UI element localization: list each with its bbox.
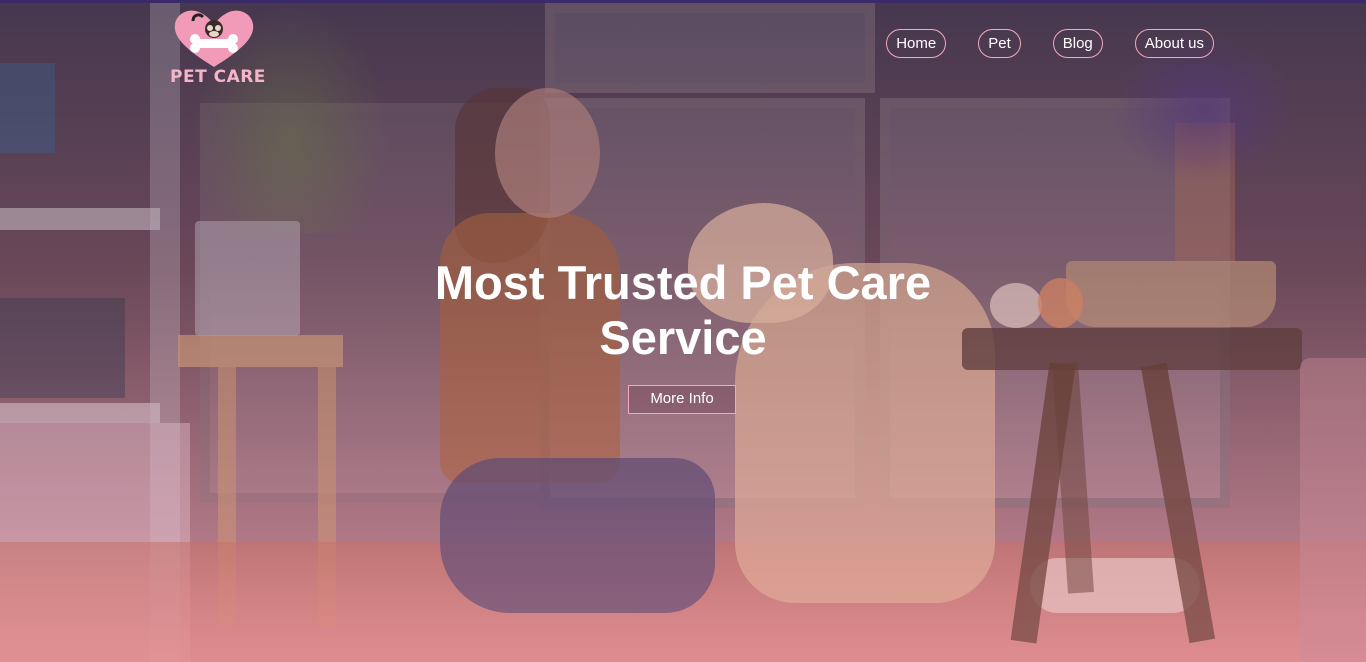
main-nav: Home Pet Blog About us [886,29,1214,58]
hero-section: PET CARE Home Pet Blog About us Most Tru… [0,0,1366,662]
nav-blog-link[interactable]: Blog [1052,29,1103,58]
nav-about-us-link[interactable]: About us [1134,29,1214,58]
site-logo[interactable]: PET CARE [170,7,266,91]
logo-text: PET CARE [170,67,266,87]
nav-pet-link[interactable]: Pet [978,29,1021,58]
heart-bone-dog-logo-icon [174,10,254,67]
hero-title: Most Trusted Pet Care Service [434,256,932,364]
more-info-button[interactable]: More Info [628,385,736,414]
nav-home-link[interactable]: Home [886,29,947,58]
